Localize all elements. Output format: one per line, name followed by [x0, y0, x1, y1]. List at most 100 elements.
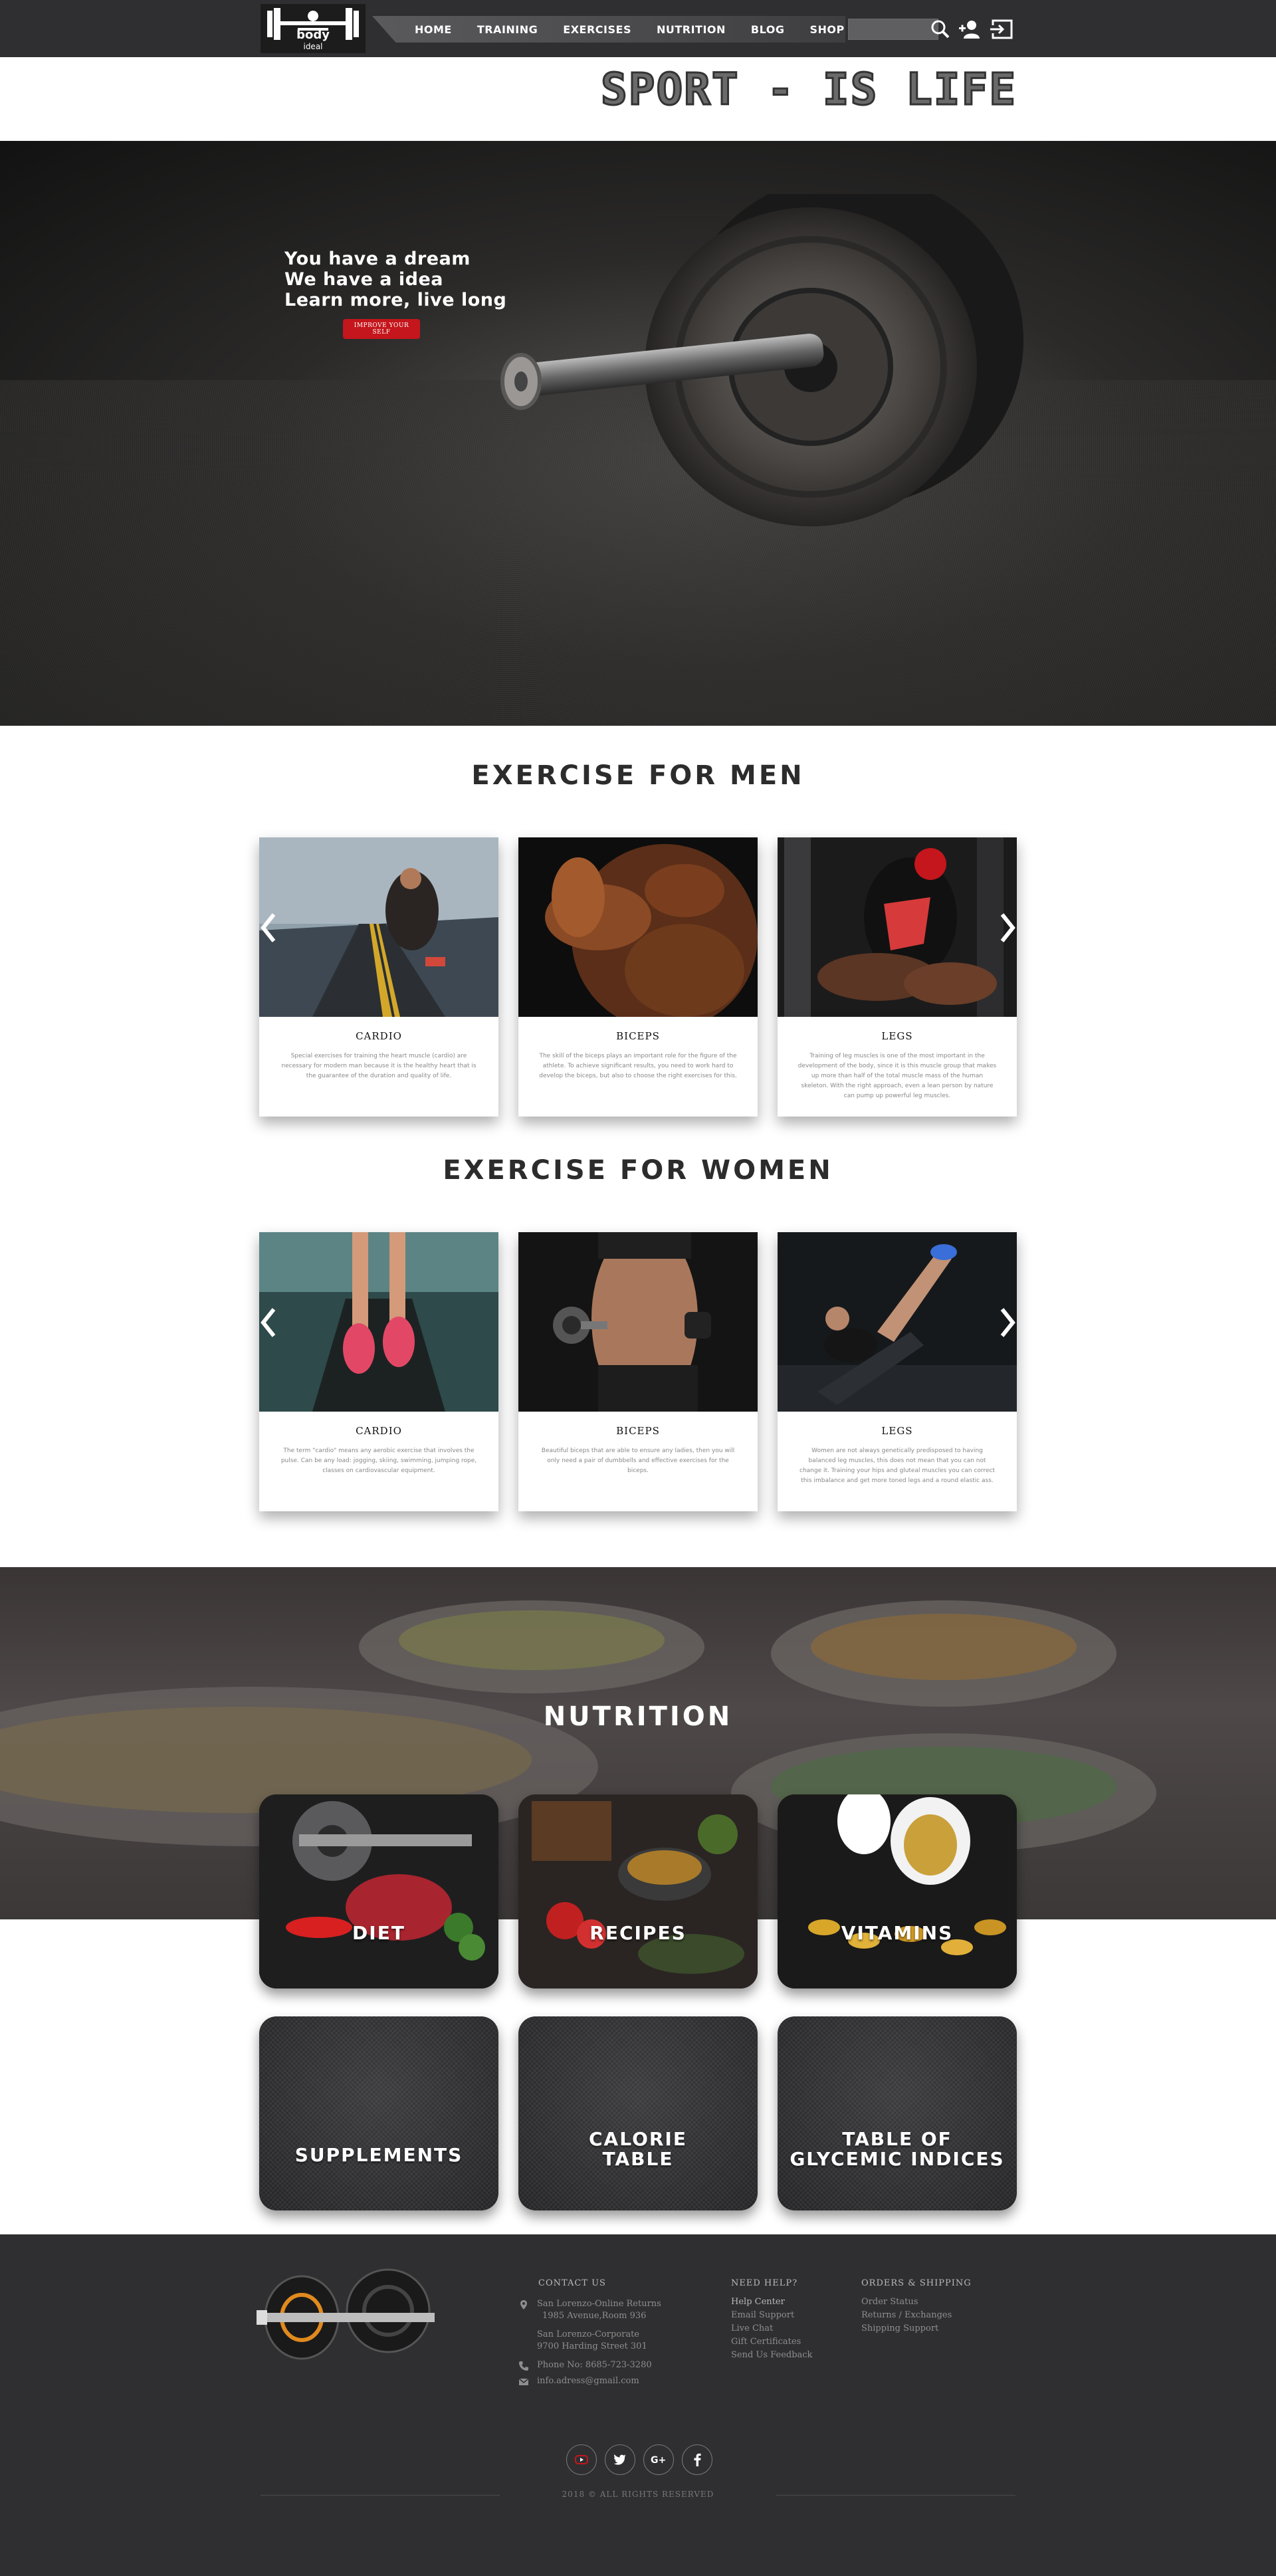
copyright-text: 2018 © ALL RIGHTS RESERVED	[562, 2490, 714, 2499]
hero-text: You have a dream We have a idea Learn mo…	[284, 249, 506, 310]
returns-link[interactable]: Returns / Exchanges	[861, 2309, 952, 2322]
women-biceps-title: BICEPS	[616, 1425, 660, 1437]
men-card-legs[interactable]: LEGS Training of leg muscles is one of t…	[778, 837, 1017, 1117]
search-icon[interactable]	[928, 17, 953, 41]
email-text[interactable]: info.adress@gmail.com	[537, 2375, 639, 2387]
chevron-left-icon	[261, 913, 276, 942]
send-feedback-link[interactable]: Send Us Feedback	[731, 2349, 812, 2362]
order-status-link[interactable]: Order Status	[861, 2296, 952, 2309]
search-input[interactable]	[849, 19, 938, 39]
tile-vitamins[interactable]: VITAMINS	[778, 1794, 1017, 1988]
twitter-button[interactable]	[605, 2444, 635, 2475]
chevron-right-icon	[1000, 913, 1015, 942]
women-card-cardio[interactable]: CARDIO The term "cardio" means any aerob…	[259, 1232, 498, 1511]
women-section-title: EXERCISE FOR WOMEN	[443, 1155, 833, 1186]
phone-icon	[519, 2361, 528, 2371]
address-1-line-2: 1985 Avenue,Room 936	[542, 2311, 647, 2321]
chevron-right-icon	[1000, 1308, 1015, 1337]
nav-shop[interactable]: SHOP	[809, 23, 844, 36]
email-icon	[518, 2378, 529, 2385]
men-legs-title: LEGS	[881, 1030, 913, 1042]
tile-glycemic-label-1: TABLE OF	[842, 2128, 952, 2150]
men-legs-text: Training of leg muscles is one of the mo…	[798, 1053, 997, 1099]
men-legs-image	[778, 837, 1017, 1017]
shipping-support-link[interactable]: Shipping Support	[861, 2322, 952, 2335]
men-section-title: EXERCISE FOR MEN	[471, 760, 805, 791]
help-center-link[interactable]: Help Center	[731, 2296, 812, 2309]
main-nav: HOME TRAINING EXERCISES NUTRITION BLOG S…	[415, 16, 870, 43]
nav-home[interactable]: HOME	[415, 23, 452, 36]
diet-image	[259, 1794, 498, 1988]
recipes-image	[518, 1794, 758, 1988]
facebook-button[interactable]	[682, 2444, 712, 2475]
women-biceps-text: Beautiful biceps that are able to ensure…	[541, 1448, 735, 1474]
men-cardio-title: CARDIO	[356, 1030, 402, 1042]
gift-certificates-link[interactable]: Gift Certificates	[731, 2335, 812, 2349]
men-biceps-text: The skill of the biceps plays an importa…	[539, 1053, 737, 1079]
site-logo[interactable]: body ideal	[261, 4, 366, 53]
women-legs-image	[778, 1232, 1017, 1412]
women-legs-text: Women are not always genetically predisp…	[799, 1448, 995, 1484]
women-next-arrow[interactable]	[994, 1303, 1021, 1342]
nav-nutrition[interactable]: NUTRITION	[657, 23, 726, 36]
tile-calorie-table-label-1: CALORIE	[589, 2128, 687, 2150]
twitter-icon	[613, 2454, 626, 2465]
nav-exercises[interactable]: EXERCISES	[563, 23, 631, 36]
phone-text: Phone No: 8685-723-3280	[537, 2360, 652, 2370]
men-card-biceps[interactable]: BICEPS The skill of the biceps plays an …	[518, 837, 758, 1117]
men-biceps-image	[518, 837, 758, 1017]
nav-blog[interactable]: BLOG	[751, 23, 785, 36]
address-2-line-1: San Lorenzo-Corporate	[537, 2329, 639, 2339]
youtube-icon	[575, 2455, 588, 2464]
men-card-cardio[interactable]: CARDIO Special exercises for training th…	[259, 837, 498, 1117]
men-next-arrow[interactable]	[994, 908, 1021, 948]
women-prev-arrow[interactable]	[255, 1303, 282, 1342]
women-card-biceps[interactable]: BICEPS Beautiful biceps that are able to…	[518, 1232, 758, 1511]
hero-line-2: We have a idea	[284, 269, 444, 290]
tile-supplements[interactable]: SUPPLEMENTS	[259, 2016, 498, 2210]
logo-word-bottom: ideal	[303, 42, 322, 51]
email-support-link[interactable]: Email Support	[731, 2309, 812, 2322]
men-cardio-text: Special exercises for training the heart…	[281, 1053, 477, 1079]
tile-calorie-table-label-2: TABLE	[602, 2148, 674, 2170]
hero-line-3: Learn more, live long	[284, 290, 507, 310]
tile-recipes-label: RECIPES	[589, 1922, 687, 1944]
youtube-button[interactable]	[566, 2444, 597, 2475]
facebook-icon	[694, 2453, 701, 2466]
women-cardio-title: CARDIO	[356, 1425, 402, 1437]
tile-glycemic-indices[interactable]: TABLE OF GLYCEMIC INDICES	[778, 2016, 1017, 2210]
chevron-left-icon	[261, 1308, 276, 1337]
tile-recipes[interactable]: RECIPES	[518, 1794, 758, 1988]
nutrition-title: NUTRITION	[543, 1701, 733, 1732]
search-box	[848, 19, 938, 40]
orders-links: Order Status Returns / Exchanges Shippin…	[861, 2296, 952, 2335]
women-card-legs[interactable]: LEGS Women are not always genetically pr…	[778, 1232, 1017, 1511]
tile-diet[interactable]: DIET	[259, 1794, 498, 1988]
google-plus-button[interactable]: G+	[643, 2444, 674, 2475]
tile-glycemic-label-2: GLYCEMIC INDICES	[790, 2148, 1005, 2170]
add-user-icon[interactable]	[957, 17, 982, 41]
logo-word-top: body	[296, 28, 330, 42]
login-icon[interactable]	[989, 17, 1014, 41]
hero-banner: You have a dream We have a idea Learn mo…	[0, 141, 1276, 726]
tile-diet-label: DIET	[352, 1922, 405, 1944]
top-bar: body ideal HOME TRAINING EXERCISES NUTRI…	[0, 0, 1276, 57]
tile-vitamins-label: VITAMINS	[841, 1922, 954, 1944]
address-1-line-1: San Lorenzo-Online Returns	[537, 2299, 661, 2309]
address-2-line-2: 9700 Harding Street 301	[537, 2341, 647, 2351]
title-band: SPORT - IS LIFE	[0, 57, 1276, 141]
tile-supplements-label: SUPPLEMENTS	[294, 2144, 463, 2166]
help-links: Help Center Email Support Live Chat Gift…	[731, 2296, 812, 2362]
improve-yourself-button[interactable]: IMPROVE YOUR SELF	[343, 319, 420, 339]
footer: CONTACT US San Lorenzo-Online Returns 19…	[0, 2234, 1276, 2576]
women-cardio-text: The term "cardio" means any aerobic exer…	[280, 1448, 477, 1474]
men-cardio-image	[259, 837, 498, 1017]
contact-title: CONTACT US	[538, 2278, 606, 2288]
men-prev-arrow[interactable]	[255, 908, 282, 948]
nav-training[interactable]: TRAINING	[477, 23, 538, 36]
tile-calorie-table[interactable]: CALORIE TABLE	[518, 2016, 758, 2210]
dumbbell-logo	[257, 2268, 435, 2360]
live-chat-link[interactable]: Live Chat	[731, 2322, 812, 2335]
barbell-illustration	[500, 194, 1023, 526]
orders-title: ORDERS & SHIPPING	[861, 2278, 972, 2288]
